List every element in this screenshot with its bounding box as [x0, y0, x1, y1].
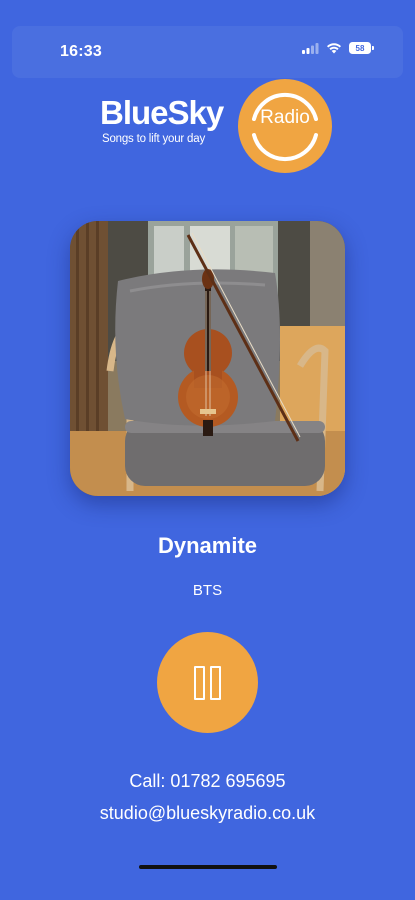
- pause-bar-left: [194, 666, 205, 700]
- album-art-violin-on-chair: [70, 221, 345, 496]
- contact-phone-link[interactable]: Call: 01782 695695: [0, 771, 415, 792]
- logo-wordmark: BlueSky: [100, 94, 224, 131]
- logo-badge-text: Radio: [260, 107, 310, 128]
- status-icons: 58: [302, 42, 374, 54]
- logo-tagline: Songs to lift your day: [102, 133, 205, 145]
- album-artwork: [70, 221, 345, 496]
- pause-button[interactable]: [157, 632, 258, 733]
- track-title: Dynamite: [157, 533, 258, 558]
- pause-icon: [194, 666, 222, 700]
- logo-radio-badge: Radio: [238, 79, 332, 173]
- contact-email-link[interactable]: studio@blueskyradio.co.uk: [0, 803, 415, 824]
- status-bar: 16:33 58: [12, 26, 403, 78]
- signal-icon: [302, 42, 319, 54]
- pause-bar-right: [210, 666, 221, 700]
- track-artist: BTS: [192, 582, 223, 599]
- wifi-icon: [327, 43, 341, 54]
- status-time: 16:33: [60, 43, 102, 60]
- bluesky-radio-logo: BlueSky Songs to lift your day Radio: [100, 79, 332, 175]
- home-indicator[interactable]: [139, 865, 277, 869]
- battery-icon: 58: [349, 42, 374, 54]
